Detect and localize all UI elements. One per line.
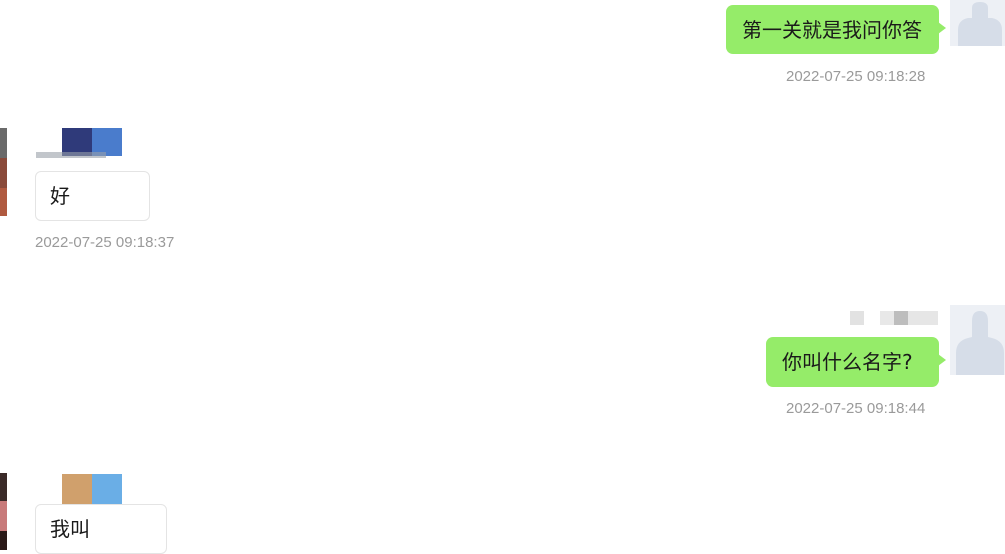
message-timestamp: 2022-07-25 09:18:37 xyxy=(35,234,175,251)
avatar-placeholder-icon xyxy=(950,305,1005,375)
message-text: 你叫什么名字? xyxy=(782,350,913,374)
message-timestamp: 2022-07-25 09:18:44 xyxy=(786,400,926,417)
message-bubble-outgoing[interactable]: 你叫什么名字? xyxy=(766,337,946,387)
contact-avatar[interactable] xyxy=(0,128,7,216)
message-timestamp: 2022-07-25 09:18:28 xyxy=(786,68,926,85)
self-avatar[interactable] xyxy=(950,305,1005,375)
self-avatar[interactable] xyxy=(950,0,1005,46)
contact-name-blurred-line xyxy=(36,152,106,158)
avatar-placeholder-icon xyxy=(950,0,1005,46)
self-name-blurred xyxy=(850,311,938,325)
contact-name-blurred xyxy=(62,474,122,504)
message-text: 我叫 xyxy=(50,517,90,541)
message-text: 第一关就是我问你答 xyxy=(742,17,922,42)
message-bubble-outgoing[interactable]: 第一关就是我问你答 xyxy=(726,5,946,54)
message-bubble-incoming[interactable]: 我叫 xyxy=(35,504,167,554)
message-text: 好 xyxy=(50,184,70,208)
contact-avatar[interactable] xyxy=(0,473,7,550)
message-bubble-incoming[interactable]: 好 xyxy=(35,171,150,221)
